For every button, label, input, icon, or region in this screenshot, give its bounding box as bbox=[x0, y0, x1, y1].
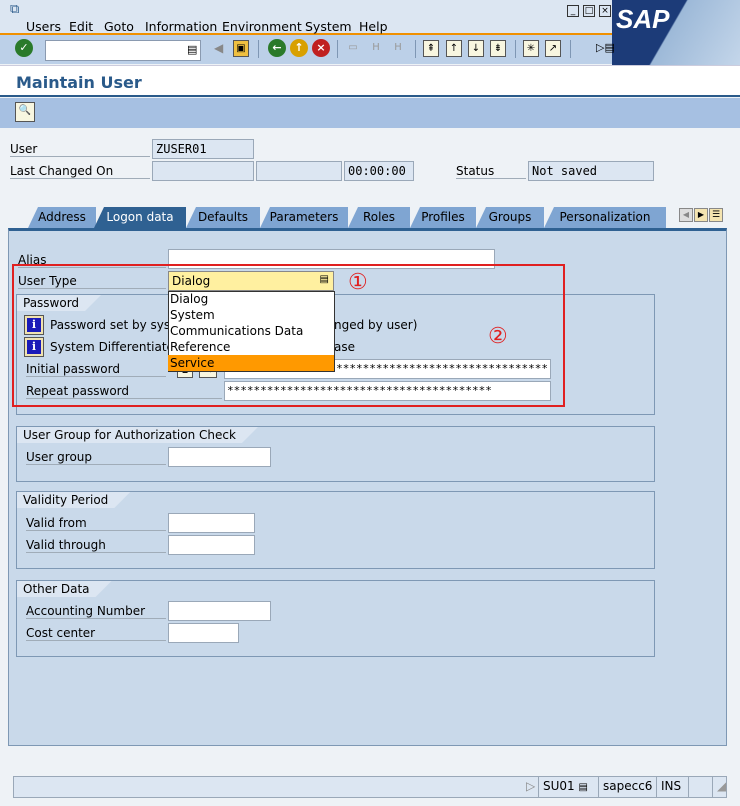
enter-icon[interactable]: ✓ bbox=[15, 39, 33, 57]
menu-edit[interactable]: Edit bbox=[69, 19, 93, 34]
menu-information[interactable]: Information bbox=[145, 19, 217, 34]
valid-through-label: Valid through bbox=[26, 538, 166, 553]
tab-parameters[interactable]: Parameters bbox=[260, 207, 348, 228]
validity-title: Validity Period bbox=[17, 492, 130, 508]
back-icon[interactable]: ← bbox=[268, 39, 286, 57]
valid-from-input[interactable] bbox=[168, 513, 255, 533]
annotation-box bbox=[12, 264, 565, 407]
user-group-title: User Group for Authorization Check bbox=[17, 427, 258, 443]
status-expand-icon[interactable]: ▷ bbox=[526, 779, 535, 793]
status-field: Not saved bbox=[528, 161, 654, 181]
other-data-title: Other Data bbox=[17, 581, 112, 597]
session-info-icon[interactable]: ▤ bbox=[579, 782, 588, 793]
transaction-code: SU01 ▤ bbox=[538, 777, 598, 797]
tab-scroll-right-button[interactable]: ▶ bbox=[694, 208, 708, 222]
exit-icon[interactable]: ↑ bbox=[290, 39, 308, 57]
cancel-icon[interactable]: × bbox=[312, 39, 330, 57]
accounting-number-input[interactable] bbox=[168, 601, 271, 621]
cost-center-input[interactable] bbox=[168, 623, 239, 643]
first-page-icon[interactable]: ⇞ bbox=[423, 40, 439, 57]
next-page-icon[interactable]: ↓ bbox=[468, 40, 484, 57]
tab-groups[interactable]: Groups bbox=[476, 207, 544, 228]
previous-page-icon[interactable]: ↑ bbox=[446, 40, 462, 57]
tab-profiles[interactable]: Profiles bbox=[410, 207, 476, 228]
cost-center-label: Cost center bbox=[26, 626, 166, 641]
find-icon[interactable]: H bbox=[368, 40, 384, 57]
system-menu-icon[interactable]: ⧉ bbox=[10, 2, 19, 17]
user-label: User bbox=[10, 142, 150, 157]
save-icon[interactable]: ▣ bbox=[233, 40, 249, 57]
server-name: sapecc6 bbox=[598, 777, 656, 797]
last-changed-date-field bbox=[256, 161, 342, 181]
close-button[interactable]: × bbox=[599, 5, 611, 17]
collapse-icon[interactable]: ◀ bbox=[214, 41, 223, 55]
command-field[interactable] bbox=[45, 40, 201, 61]
display-change-icon[interactable]: 🔍 bbox=[15, 102, 35, 122]
resize-grip-icon[interactable]: ◢ bbox=[712, 777, 728, 797]
maximize-button[interactable]: □ bbox=[583, 5, 595, 17]
tab-logon-data[interactable]: Logon data bbox=[94, 207, 186, 228]
find-next-icon[interactable]: H bbox=[390, 40, 406, 57]
tab-roles[interactable]: Roles bbox=[348, 207, 410, 228]
tab-personalization[interactable]: Personalization bbox=[544, 207, 666, 228]
menu-goto[interactable]: Goto bbox=[104, 19, 134, 34]
status-bar: ▷ SU01 ▤ sapecc6 INS ◢ bbox=[13, 776, 727, 798]
menu-environment[interactable]: Environment bbox=[222, 19, 302, 34]
create-session-icon[interactable]: ✳ bbox=[523, 40, 539, 57]
tab-list-button[interactable]: ☰ bbox=[709, 208, 723, 222]
last-page-icon[interactable]: ⇟ bbox=[490, 40, 506, 57]
menu-system[interactable]: System bbox=[305, 19, 352, 34]
sap-logo: SAP bbox=[612, 0, 740, 65]
page-header: Maintain User bbox=[0, 65, 740, 97]
annotation-1: ① bbox=[348, 270, 368, 295]
last-changed-by-field bbox=[152, 161, 254, 181]
command-history-icon[interactable]: ▤ bbox=[187, 43, 197, 56]
layout-menu-icon[interactable]: ▷▤ bbox=[596, 41, 615, 54]
valid-through-input[interactable] bbox=[168, 535, 255, 555]
user-group-input[interactable] bbox=[168, 447, 271, 467]
page-title: Maintain User bbox=[16, 73, 142, 92]
status-label: Status bbox=[456, 164, 526, 179]
tab-scroll-left-button[interactable]: ◀ bbox=[679, 208, 693, 222]
accounting-number-label: Accounting Number bbox=[26, 604, 166, 619]
insert-mode: INS bbox=[656, 777, 688, 797]
shortcut-icon[interactable]: ↗ bbox=[545, 40, 561, 57]
last-changed-label: Last Changed On bbox=[10, 164, 150, 179]
tab-defaults[interactable]: Defaults bbox=[186, 207, 260, 228]
application-toolbar: 🔍 bbox=[0, 98, 740, 128]
status-empty-cell bbox=[688, 777, 712, 797]
annotation-2: ② bbox=[488, 324, 508, 349]
valid-from-label: Valid from bbox=[26, 516, 166, 531]
user-group-label: User group bbox=[26, 450, 166, 465]
menu-help[interactable]: Help bbox=[359, 19, 388, 34]
last-changed-time-field: 00:00:00 bbox=[344, 161, 414, 181]
user-field: ZUSER01 bbox=[152, 139, 254, 159]
minimize-button[interactable]: _ bbox=[567, 5, 579, 17]
menu-users[interactable]: Users bbox=[26, 19, 61, 34]
print-icon[interactable]: ▭ bbox=[345, 40, 361, 57]
tab-address[interactable]: Address bbox=[28, 207, 96, 228]
